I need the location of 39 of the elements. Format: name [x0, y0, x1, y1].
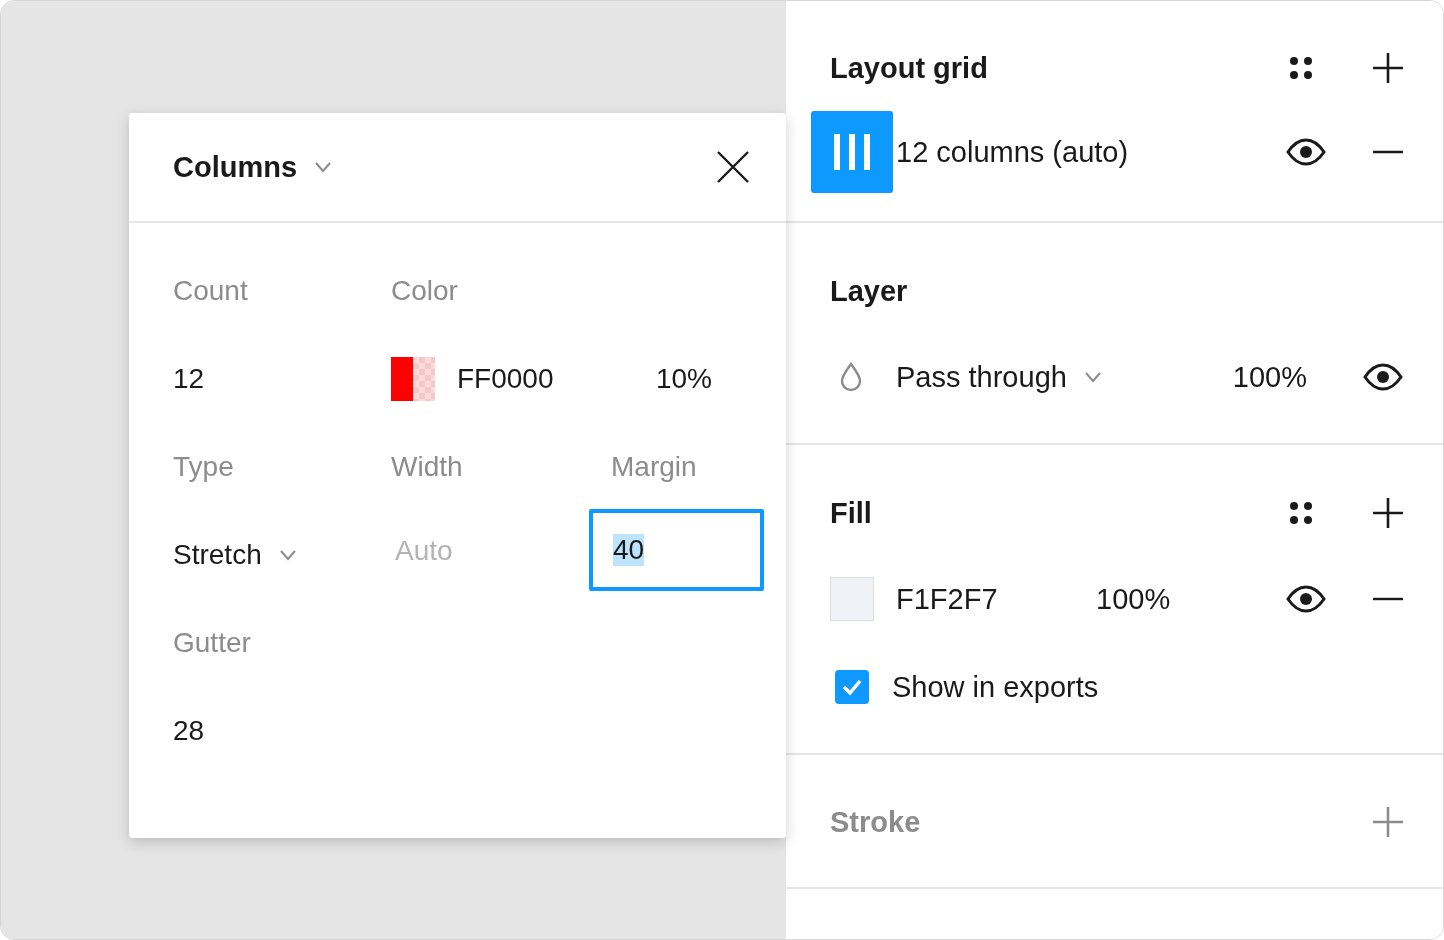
- color-hex-value[interactable]: FF0000: [457, 363, 554, 395]
- eye-icon[interactable]: [1286, 584, 1326, 614]
- field-label: Width: [391, 450, 464, 484]
- count-value[interactable]: 12: [173, 359, 391, 399]
- drop-icon: [838, 361, 864, 393]
- width-input[interactable]: Auto: [391, 529, 541, 573]
- checkbox[interactable]: [835, 670, 869, 704]
- color-hex-value[interactable]: F1F2F7: [896, 582, 1096, 616]
- opacity-value[interactable]: 10%: [655, 363, 712, 395]
- section-title: Stroke: [830, 805, 921, 839]
- section-title: Layout grid: [830, 51, 988, 85]
- grid-type-button[interactable]: [811, 111, 893, 193]
- field-label: Color: [391, 274, 459, 308]
- close-icon[interactable]: [716, 150, 750, 184]
- color-swatch[interactable]: [830, 577, 874, 621]
- opacity-value[interactable]: 100%: [1232, 360, 1307, 394]
- blend-mode-dropdown[interactable]: Pass through: [896, 360, 1103, 394]
- field-label: Type: [173, 450, 235, 484]
- grid-label[interactable]: 12 columns (auto): [896, 135, 1129, 169]
- type-dropdown[interactable]: Stretch: [173, 539, 298, 571]
- gutter-value[interactable]: 28: [173, 711, 391, 751]
- eye-icon[interactable]: [1363, 362, 1403, 392]
- section-title: Layer: [830, 274, 908, 308]
- color-swatch[interactable]: [391, 357, 435, 401]
- opacity-value[interactable]: 100%: [1096, 582, 1171, 616]
- section-title: Fill: [830, 496, 872, 530]
- caret-icon: [313, 161, 334, 173]
- caret-icon: [277, 549, 298, 561]
- eye-icon[interactable]: [1286, 137, 1326, 167]
- field-label: Margin: [611, 450, 698, 484]
- checkbox-label: Show in exports: [892, 670, 1099, 704]
- caret-icon: [1082, 371, 1103, 383]
- columns-icon: [831, 134, 873, 170]
- margin-input[interactable]: 40: [589, 509, 764, 591]
- field-label: Count: [173, 274, 249, 308]
- plus-icon[interactable]: [1373, 498, 1403, 528]
- plus-icon[interactable]: [1373, 53, 1403, 83]
- popup-title: Columns: [173, 150, 298, 184]
- field-label: Gutter: [173, 626, 252, 660]
